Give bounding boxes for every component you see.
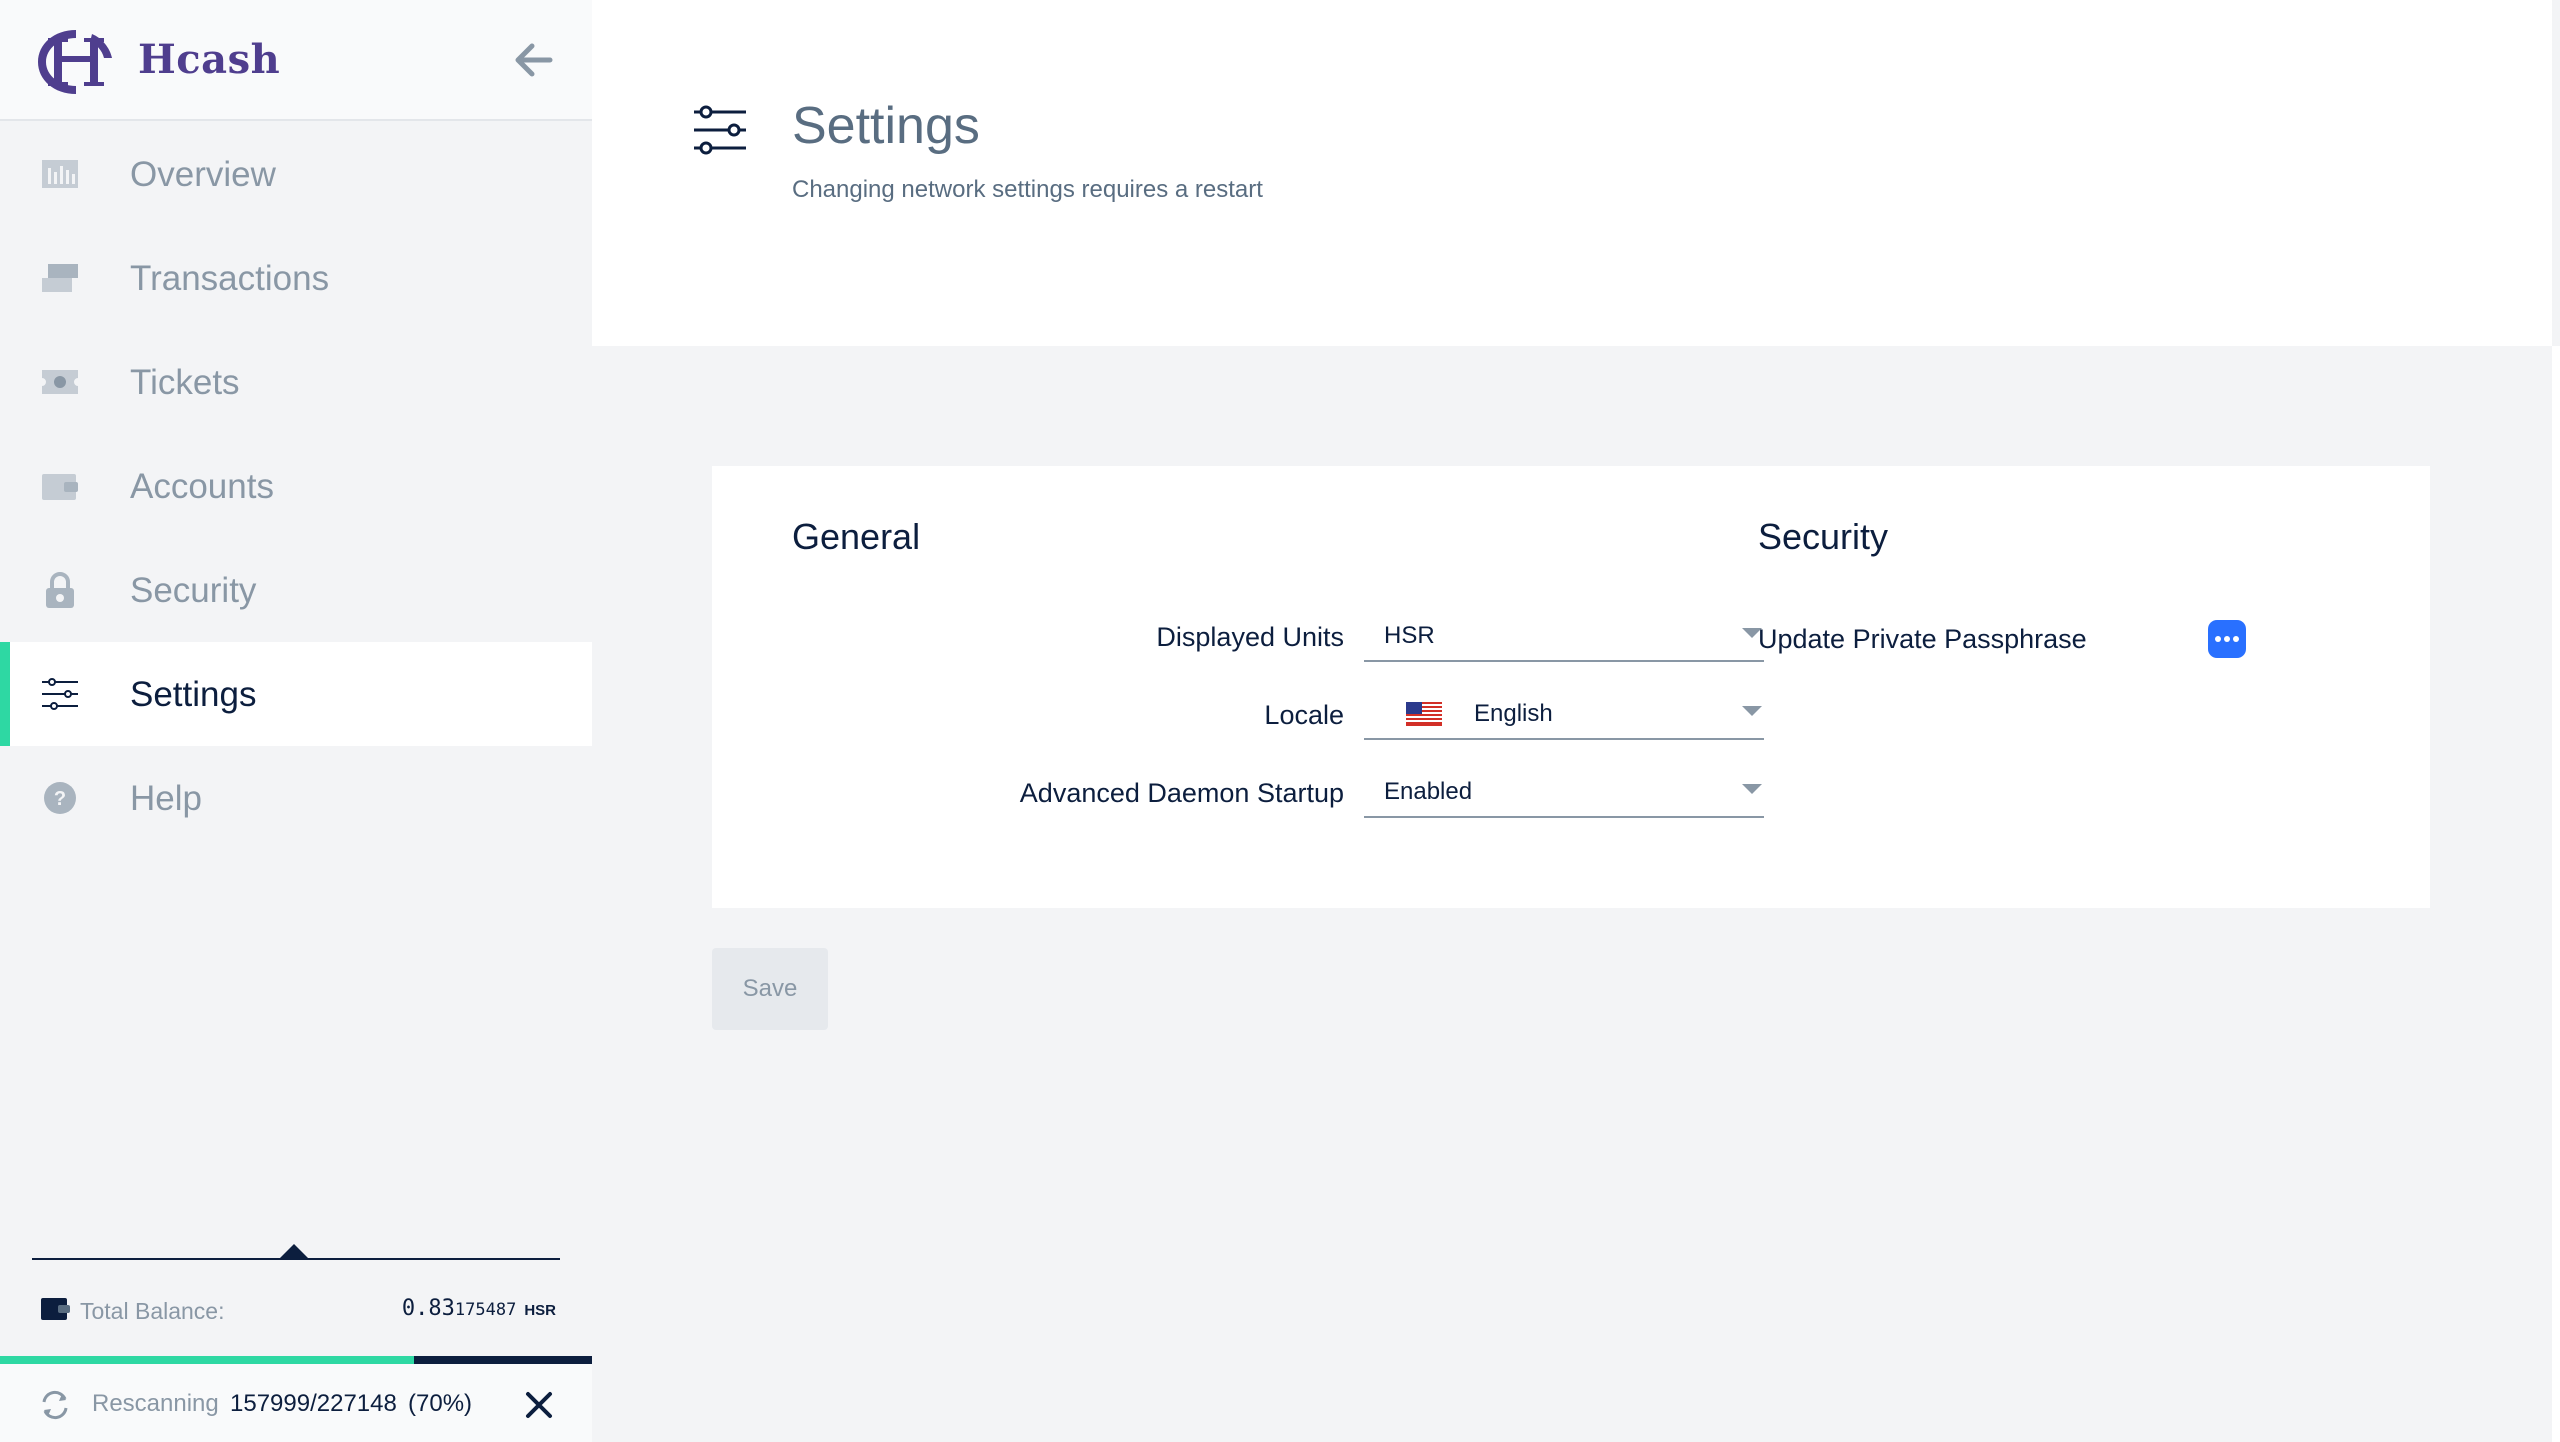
chevron-down-icon (1742, 784, 1762, 794)
daemon-startup-select[interactable]: Enabled (1364, 762, 1764, 818)
sidebar-item-label: Security (130, 571, 257, 610)
balance-main: 0.83 (401, 1296, 455, 1321)
locale-select[interactable]: English (1364, 684, 1764, 740)
rescan-label: Rescanning (92, 1390, 219, 1417)
daemon-startup-value: Enabled (1384, 778, 1473, 805)
sidebar-item-label: Settings (130, 675, 257, 714)
sidebar-item-label: Help (130, 779, 202, 818)
rescan-percent: (70%) (408, 1390, 473, 1417)
total-balance: Total Balance: 0.83175487 HSR (40, 1290, 560, 1330)
sidebar-item-label: Transactions (130, 259, 330, 298)
balance-value: 0.83175487 HSR (402, 1296, 556, 1321)
sidebar-item-security[interactable]: Security (0, 538, 592, 642)
displayed-units-label: Displayed Units (1156, 622, 1344, 652)
update-passphrase-label: Update Private Passphrase (1758, 624, 2087, 654)
sidebar-item-help[interactable]: ? Help (0, 746, 592, 850)
refresh-icon (42, 1390, 68, 1420)
sidebar-item-overview[interactable]: Overview (0, 122, 592, 226)
balance-unit: HSR (524, 1302, 556, 1319)
rescan-block-count: 157999/227148 (230, 1390, 397, 1417)
sidebar-nav: Overview Transactions Tickets Accounts S… (0, 122, 592, 850)
settings-sliders-icon (694, 105, 746, 155)
general-section-title: General (792, 516, 921, 557)
help-icon: ? (44, 782, 76, 814)
sidebar-item-label: Accounts (130, 467, 274, 506)
daemon-startup-label: Advanced Daemon Startup (1019, 778, 1344, 808)
displayed-units-select[interactable]: HSR (1364, 606, 1764, 662)
rescan-status-bar: Rescanning 157999/227148 (70%) (0, 1364, 592, 1442)
balance-divider (32, 1258, 560, 1260)
update-passphrase-button[interactable] (2208, 620, 2246, 658)
us-flag-icon (1406, 702, 1442, 726)
locale-label: Locale (1264, 700, 1344, 730)
svg-text:?: ? (54, 788, 66, 810)
more-dots-icon (2215, 636, 2239, 642)
overview-icon (42, 160, 78, 188)
balance-fraction: 175487 (454, 1300, 517, 1320)
chevron-down-icon (1742, 706, 1762, 716)
settings-card: General Displayed Units HSR Locale Engli… (712, 466, 2430, 908)
lock-icon (46, 572, 74, 608)
balance-label: Total Balance: (80, 1298, 225, 1324)
page-subtitle: Changing network settings requires a res… (792, 176, 1263, 203)
rescan-progress-fill (0, 1356, 415, 1364)
sidebar: Hcash Overview Transactions Tickets Acco… (0, 0, 592, 1442)
sidebar-item-tickets[interactable]: Tickets (0, 330, 592, 434)
sidebar-item-label: Tickets (130, 363, 240, 402)
page-title: Settings (792, 97, 980, 155)
balance-caret-icon (280, 1244, 308, 1258)
wallet-icon (41, 1298, 70, 1320)
sidebar-item-accounts[interactable]: Accounts (0, 434, 592, 538)
transactions-icon (42, 264, 78, 292)
rescan-progress-bar (0, 1356, 592, 1364)
sidebar-item-label: Overview (130, 155, 276, 194)
accounts-icon (42, 474, 78, 500)
tickets-icon (42, 370, 78, 394)
scrollbar[interactable] (2552, 346, 2560, 1442)
save-button[interactable]: Save (712, 948, 828, 1030)
main-content: Settings Changing network settings requi… (592, 0, 2560, 1442)
app-window: Hcash Overview Transactions Tickets Acco… (0, 0, 2560, 1442)
displayed-units-value: HSR (1384, 622, 1435, 649)
settings-sliders-icon (42, 678, 78, 710)
locale-value: English (1474, 700, 1553, 727)
sidebar-item-transactions[interactable]: Transactions (0, 226, 592, 330)
close-icon[interactable] (522, 1388, 556, 1422)
collapse-sidebar-arrow-icon[interactable] (510, 36, 558, 84)
security-section-title: Security (1758, 516, 1889, 557)
hcash-logo-icon (38, 30, 112, 94)
app-name: Hcash (138, 36, 281, 83)
sidebar-item-settings[interactable]: Settings (0, 642, 592, 746)
page-header: Settings Changing network settings requi… (592, 0, 2552, 346)
sidebar-header: Hcash (0, 0, 592, 121)
